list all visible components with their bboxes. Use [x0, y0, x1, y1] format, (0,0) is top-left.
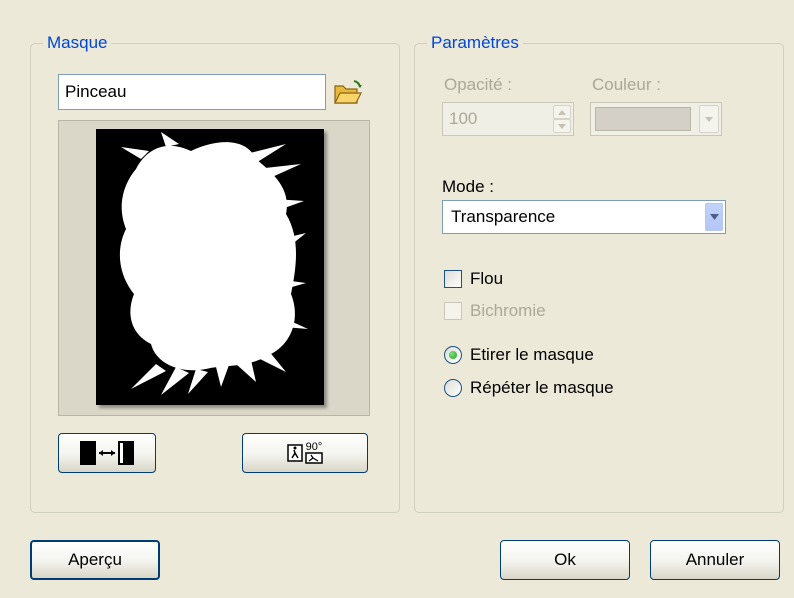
- radio-selected-dot: [449, 351, 457, 359]
- mask-preview-image: [96, 129, 324, 405]
- color-picker[interactable]: [590, 102, 722, 136]
- invert-mask-button[interactable]: [58, 433, 156, 473]
- opacity-spinner[interactable]: 100: [442, 102, 574, 136]
- spinner-up-icon[interactable]: [553, 105, 571, 119]
- opacity-label: Opacité :: [444, 75, 513, 94]
- color-dropdown-icon[interactable]: [699, 105, 719, 133]
- rotate-90-icon: 90°: [287, 442, 323, 464]
- flou-checkbox[interactable]: [444, 270, 462, 288]
- color-swatch: [595, 107, 691, 131]
- bichromie-label: Bichromie: [470, 301, 546, 320]
- rotate-90-button[interactable]: 90°: [242, 433, 368, 473]
- mask-preview-area: [58, 120, 370, 416]
- mask-name-field[interactable]: Pinceau: [58, 74, 326, 110]
- color-label: Couleur :: [592, 75, 661, 94]
- opacity-value: 100: [449, 109, 478, 128]
- open-folder-icon[interactable]: [333, 80, 363, 106]
- flou-label: Flou: [470, 269, 504, 288]
- mode-label: Mode :: [442, 177, 494, 196]
- bichromie-checkbox[interactable]: [444, 302, 462, 320]
- annuler-button[interactable]: Annuler: [650, 540, 780, 580]
- mode-value: Transparence: [451, 207, 556, 226]
- repeter-radio[interactable]: [444, 379, 462, 397]
- repeter-label: Répéter le masque: [470, 378, 614, 397]
- parametres-group-title: Paramètres: [427, 33, 523, 53]
- etirer-label: Etirer le masque: [470, 345, 594, 364]
- invert-mask-icon: [79, 440, 135, 466]
- mode-dropdown-icon[interactable]: [705, 203, 723, 231]
- ok-button[interactable]: Ok: [500, 540, 630, 580]
- masque-group-title: Masque: [43, 33, 112, 53]
- spinner-down-icon[interactable]: [553, 119, 571, 133]
- etirer-radio[interactable]: [444, 346, 462, 364]
- apercu-button[interactable]: Aperçu: [30, 540, 160, 580]
- rotate-degree-label: 90°: [305, 441, 323, 453]
- mode-select[interactable]: Transparence: [442, 200, 726, 234]
